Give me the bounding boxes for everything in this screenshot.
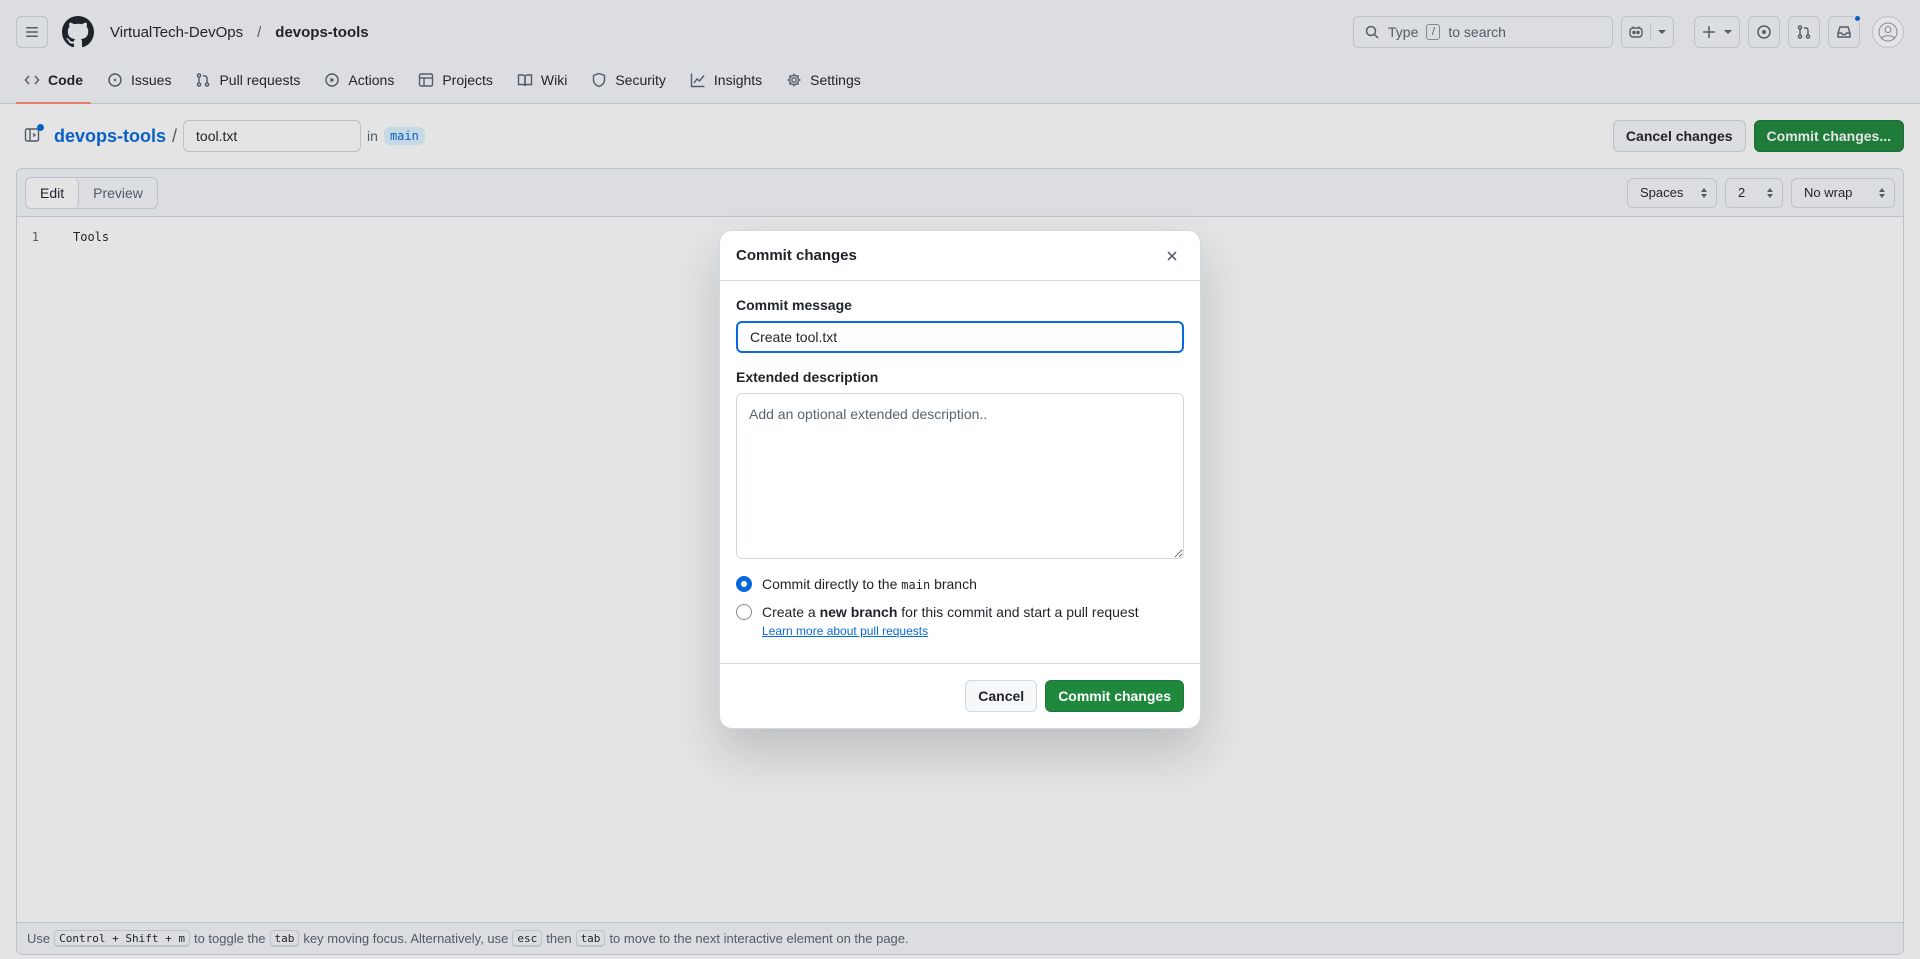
commit-message-label: Commit message: [736, 297, 852, 313]
option-label: Commit directly to the main branch: [762, 576, 977, 592]
commit-direct-option[interactable]: Commit directly to the main branch: [736, 576, 1184, 592]
option-label: Create a new branch for this commit and …: [762, 604, 1139, 620]
commit-dialog: Commit changes Commit message Extended d…: [720, 231, 1200, 728]
dialog-footer: Cancel Commit changes: [720, 663, 1200, 728]
commit-message-input[interactable]: [736, 321, 1184, 353]
commit-direct-radio[interactable]: [736, 576, 752, 592]
learn-more-link[interactable]: Learn more about pull requests: [762, 624, 928, 638]
extended-description-input[interactable]: [736, 393, 1184, 559]
dialog-header: Commit changes: [720, 231, 1200, 281]
commit-changes-button[interactable]: Commit changes: [1045, 680, 1184, 712]
new-branch-radio[interactable]: [736, 604, 752, 620]
dialog-title: Commit changes: [736, 247, 857, 264]
close-icon: [1167, 250, 1177, 261]
branch-name-code: main: [901, 578, 931, 592]
close-dialog-button[interactable]: [1160, 244, 1184, 268]
extended-description-label: Extended description: [736, 369, 879, 385]
dialog-body: Commit message Extended description Comm…: [720, 281, 1200, 654]
cancel-button[interactable]: Cancel: [965, 680, 1038, 712]
new-branch-option[interactable]: Create a new branch for this commit and …: [736, 604, 1184, 620]
